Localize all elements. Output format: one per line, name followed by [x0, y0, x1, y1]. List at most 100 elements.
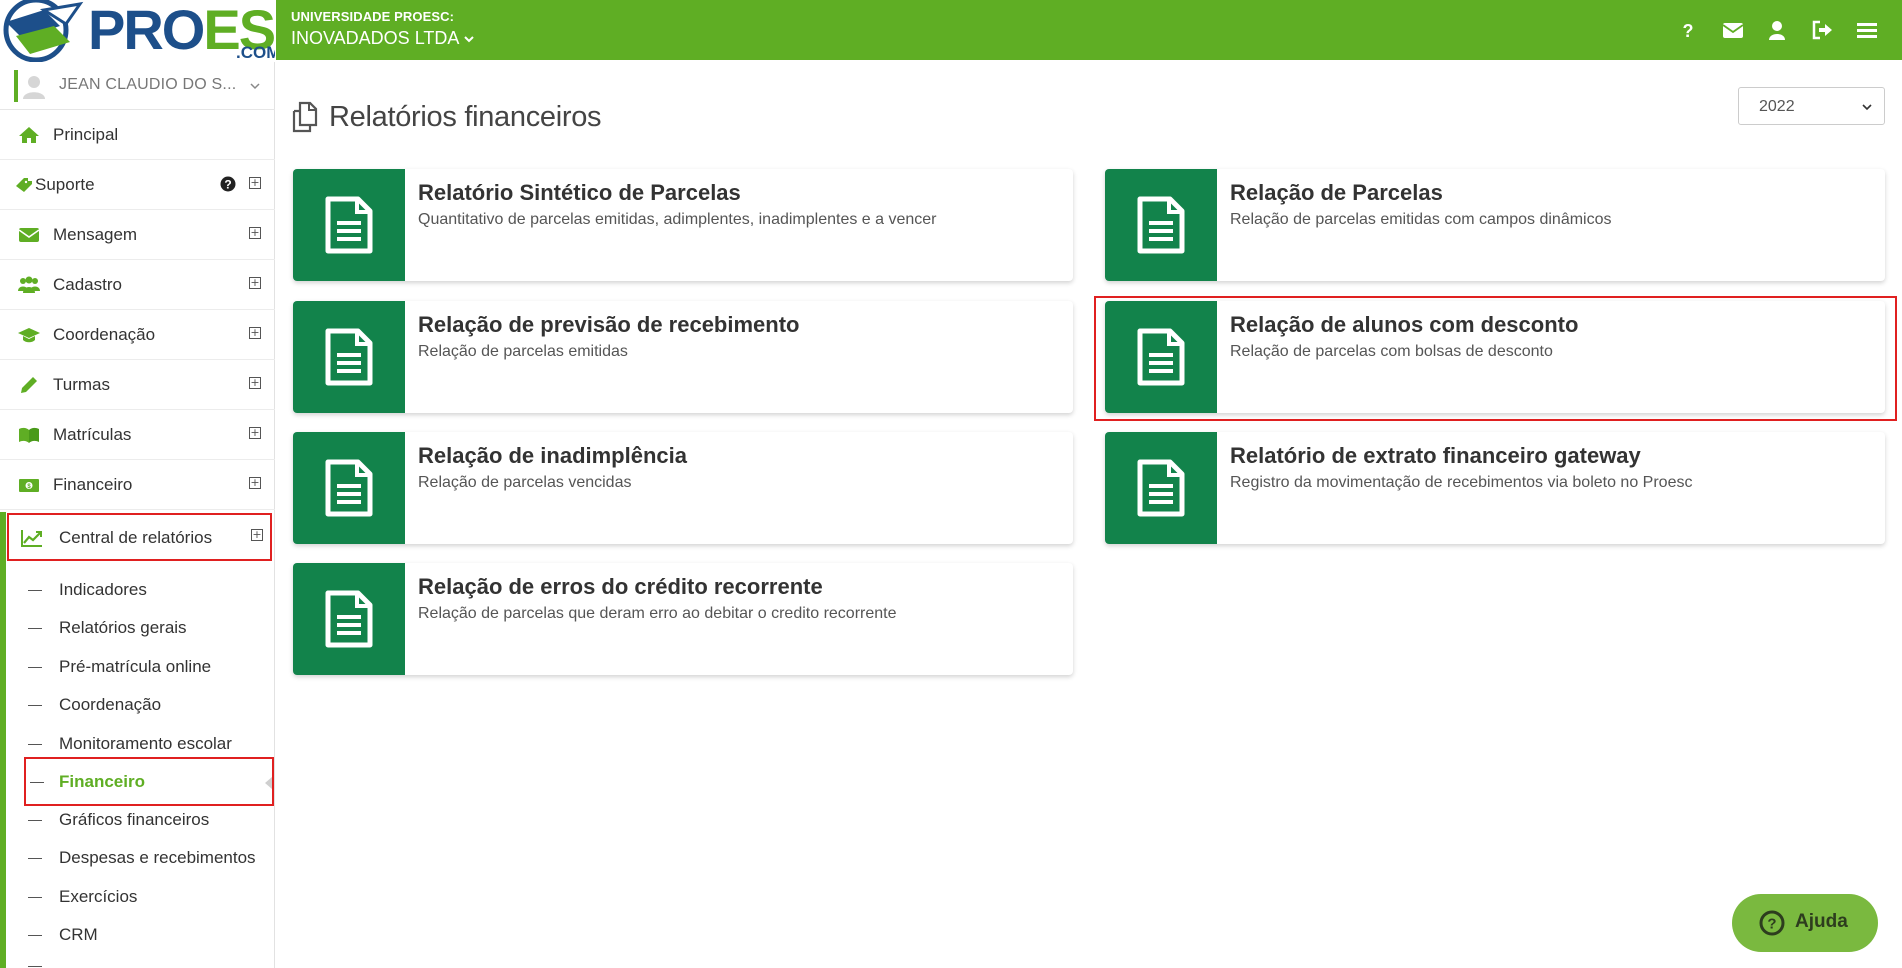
money-icon: $ [19, 479, 39, 492]
sidebar-item-central-de-relatorios[interactable]: Central de relatórios + [7, 513, 272, 561]
sidebar-item-label: Matrículas [53, 425, 132, 444]
expand-icon[interactable]: + [249, 277, 261, 289]
card-description: Registro da movimentação de recebimentos… [1230, 474, 1693, 491]
report-card-previsao-recebimento[interactable]: Relação de previsão de recebimento Relaç… [293, 301, 1073, 413]
sidebar-item-label: Mensagem [53, 225, 138, 244]
tree-dash [28, 897, 42, 898]
tree-dash [28, 590, 42, 591]
subitem-graficos-financeiros[interactable]: Gráficos financeiros [0, 801, 275, 839]
card-title: Relação de previsão de recebimento [418, 312, 800, 337]
report-card-inadimplencia[interactable]: Relação de inadimplência Relação de parc… [293, 432, 1073, 544]
subitem-label: Indicadores [59, 580, 147, 599]
subitem-crm[interactable]: CRM [0, 916, 275, 954]
sidebar-item-label: Turmas [53, 375, 110, 394]
sidebar-item-cadastro[interactable]: Cadastro + [0, 260, 275, 310]
subitem-relatorios-gerais[interactable]: Relatórios gerais [0, 609, 275, 647]
subitem-pre-matricula-online[interactable]: Pré-matrícula online [0, 648, 275, 686]
document-icon [325, 459, 373, 517]
subitem-label: CRM [59, 925, 98, 944]
question-circle-icon: ? [1759, 910, 1785, 936]
subitem-coordenacao[interactable]: Coordenação [0, 686, 275, 724]
company-selector[interactable]: INOVADADOS LTDA [291, 28, 475, 49]
sidebar-item-suporte[interactable]: Suporte ? + [0, 160, 275, 210]
user-name: JEAN CLAUDIO DO S... [59, 76, 237, 93]
avatar [23, 76, 45, 99]
report-card-extrato-gateway[interactable]: Relatório de extrato financeiro gateway … [1105, 432, 1885, 544]
sidebar-item-label: Principal [53, 125, 119, 144]
copy-icon [292, 101, 318, 133]
question-icon[interactable]: ? [1677, 19, 1699, 41]
expand-icon[interactable]: + [249, 427, 261, 439]
subitem-despesas-e-recebimentos[interactable]: Despesas e recebimentos [0, 839, 275, 877]
envelope-icon[interactable] [1722, 19, 1744, 41]
chevron-down-icon [464, 36, 475, 43]
subitem-label: Coordenação [59, 695, 162, 714]
expand-icon[interactable]: + [249, 327, 261, 339]
subitem-label: Relatórios gerais [59, 618, 187, 637]
card-title: Relação de erros do crédito recorrente [418, 574, 823, 599]
card-description: Relação de parcelas emitidas com campos … [1230, 211, 1612, 228]
card-title: Relação de Parcelas [1230, 180, 1443, 205]
sidebar-item-turmas[interactable]: Turmas + [0, 360, 275, 410]
svg-text:?: ? [1767, 916, 1776, 933]
sidebar-item-coordenacao[interactable]: Coordenação + [0, 310, 275, 360]
tree-dash [30, 782, 44, 783]
card-icon-box [293, 301, 405, 413]
card-icon-box [293, 563, 405, 675]
logo-text-pro: PRO [88, 0, 205, 61]
subitem-financeiro[interactable]: Financeiro [24, 757, 274, 806]
report-card-sintetico-parcelas[interactable]: Relatório Sintético de Parcelas Quantita… [293, 169, 1073, 281]
subitem-indicadores[interactable]: Indicadores [0, 571, 275, 609]
subitem-label: Gráficos financeiros [59, 810, 210, 829]
report-card-erros-credito-recorrente[interactable]: Relação de erros do crédito recorrente R… [293, 563, 1073, 675]
expand-icon[interactable]: + [249, 477, 261, 489]
top-header: UNIVERSIDADE PROESC: INOVADADOS LTDA ? [276, 0, 1902, 60]
ticket-icon [16, 178, 32, 192]
document-icon [1137, 196, 1185, 254]
subitem-more [0, 950, 275, 968]
question-circle-icon[interactable]: ? [220, 176, 236, 192]
year-select[interactable]: 2022 [1738, 87, 1885, 125]
menu-icon[interactable] [1856, 19, 1878, 41]
tree-dash [28, 705, 42, 706]
expand-icon[interactable]: + [249, 377, 261, 389]
proesc-logo[interactable]: PROESC .COM [0, 0, 275, 62]
org-label: UNIVERSIDADE PROESC: [291, 9, 455, 24]
tree-dash [28, 667, 42, 668]
subitem-label: Exercícios [59, 887, 138, 906]
sidebar-item-matriculas[interactable]: Matrículas + [0, 410, 275, 460]
expand-icon[interactable]: + [251, 529, 263, 541]
report-card-relacao-parcelas[interactable]: Relação de Parcelas Relação de parcelas … [1105, 169, 1885, 281]
subitem-exercicios[interactable]: Exercícios [0, 878, 275, 916]
tree-dash [28, 628, 42, 629]
line-chart-icon [21, 530, 42, 547]
pencil-icon [21, 377, 37, 393]
subitem-label: Despesas e recebimentos [59, 848, 256, 867]
tree-dash [28, 966, 42, 967]
subitem-label: Monitoramento escolar [59, 734, 232, 753]
card-description: Relação de parcelas que deram erro ao de… [418, 605, 897, 622]
expand-icon[interactable]: + [249, 177, 261, 189]
sidebar-item-mensagem[interactable]: Mensagem + [0, 210, 275, 260]
sidebar-item-label: Central de relatórios [59, 528, 213, 547]
sidebar-item-label: Coordenação [53, 325, 156, 344]
expand-icon[interactable]: + [249, 227, 261, 239]
card-icon-box [293, 432, 405, 544]
card-description: Quantitativo de parcelas emitidas, adimp… [418, 211, 937, 228]
card-title: Relatório de extrato financeiro gateway [1230, 443, 1641, 468]
sidebar-item-principal[interactable]: Principal [0, 110, 275, 160]
svg-text:?: ? [1683, 21, 1694, 41]
active-caret-icon [265, 777, 272, 789]
user-menu[interactable]: JEAN CLAUDIO DO S... [0, 62, 275, 110]
sign-out-icon[interactable] [1811, 19, 1833, 41]
highlight-box [1094, 296, 1897, 421]
card-description: Relação de parcelas emitidas [418, 343, 628, 360]
sidebar: PROESC .COM JEAN CLAUDIO DO S... Princip… [0, 0, 275, 968]
chevron-down-icon [1862, 104, 1872, 111]
help-button[interactable]: ? Ajuda [1732, 894, 1878, 952]
card-icon-box [293, 169, 405, 281]
card-icon-box [1105, 169, 1217, 281]
page-title: Relatórios financeiros [329, 101, 602, 133]
sidebar-item-financeiro[interactable]: $ Financeiro + [0, 460, 275, 510]
user-icon[interactable] [1766, 19, 1788, 41]
